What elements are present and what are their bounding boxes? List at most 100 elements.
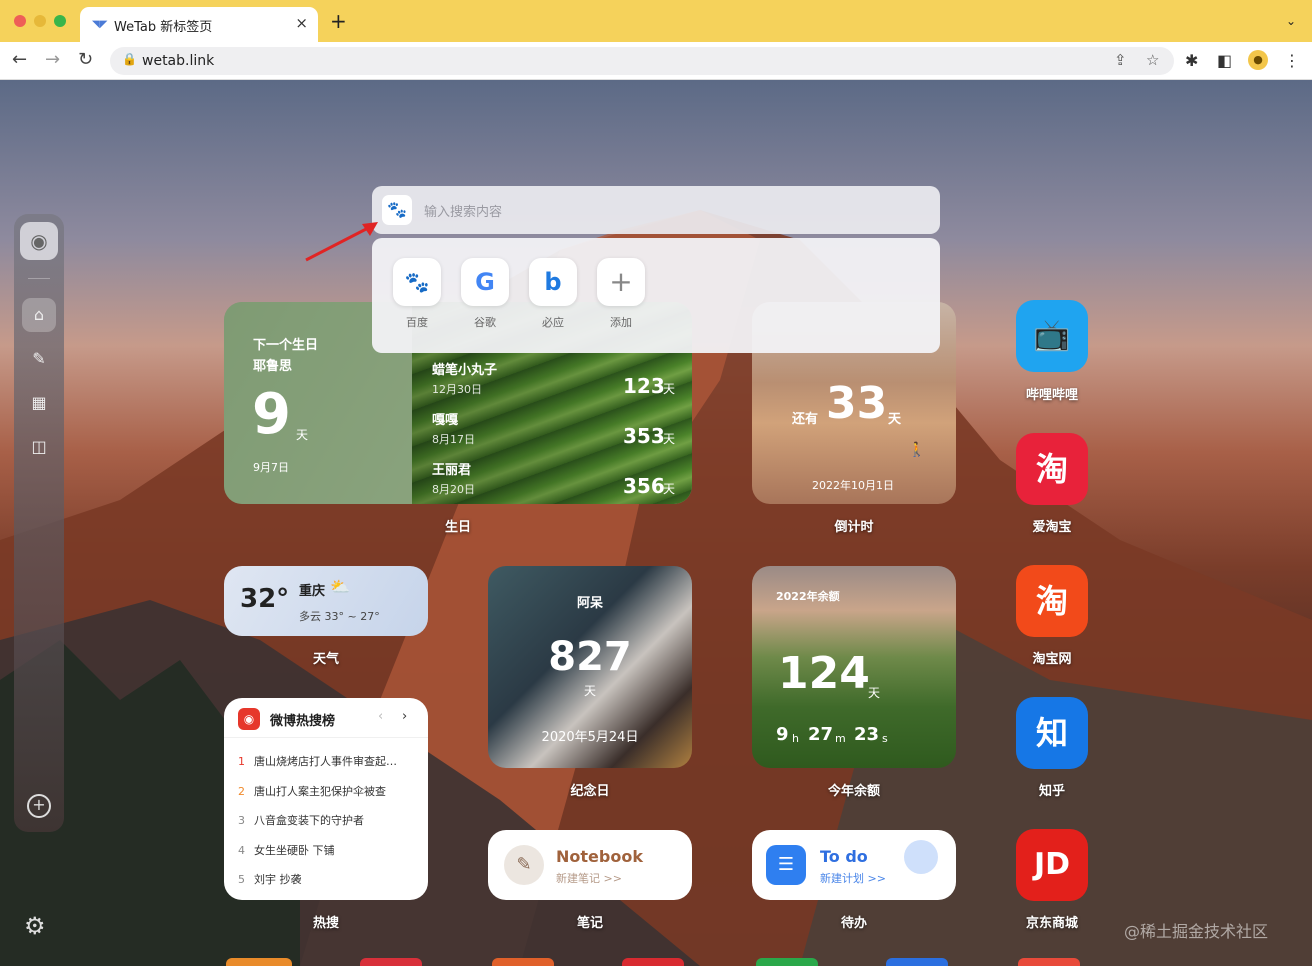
engine-label: 必应 bbox=[542, 316, 564, 329]
sidebar-divider bbox=[28, 278, 50, 279]
taobao-icon[interactable]: 淘 bbox=[1016, 565, 1088, 637]
reload-icon[interactable]: ↻ bbox=[78, 50, 93, 70]
decorative-circle bbox=[904, 840, 938, 874]
search-box[interactable]: 🐾 输入搜索内容 bbox=[372, 186, 940, 234]
birthday-list-name: 蜡笔小丸子 bbox=[432, 363, 498, 378]
search-engine-panel: 🐾 百度 G 谷歌 b 必应 + 添加 bbox=[372, 238, 940, 353]
partial-app-icon[interactable] bbox=[1018, 958, 1080, 966]
partial-app-icon[interactable] bbox=[622, 958, 684, 966]
window-zoom-button[interactable] bbox=[54, 15, 66, 27]
browser-tab-active[interactable]: ◥◤ WeTab 新标签页 × bbox=[80, 7, 318, 42]
profile-avatar-icon[interactable]: ● bbox=[1248, 50, 1268, 70]
weibo-title: 微博热搜榜 bbox=[270, 714, 336, 729]
year-seconds: 23 bbox=[854, 724, 880, 745]
cloudy-sun-icon: ⛅ bbox=[330, 577, 350, 596]
anniversary-date: 2020年5月24日 bbox=[541, 730, 639, 745]
partial-app-icon[interactable] bbox=[360, 958, 422, 966]
watermark: @稀土掘金技术社区 bbox=[1124, 922, 1269, 941]
year-days: 124 bbox=[778, 648, 870, 699]
todo-widget[interactable]: ☰ To do 新建计划 >> bbox=[752, 830, 956, 900]
home-icon[interactable]: ⌂ bbox=[22, 298, 56, 332]
list-item[interactable]: 4 女生坐硬卧 下铺 bbox=[238, 842, 418, 858]
extensions-puzzle-icon[interactable]: ✱ bbox=[1185, 51, 1198, 70]
list-item[interactable]: 1 唐山烧烤店打人事件审查起… bbox=[238, 753, 418, 769]
window-minimize-button[interactable] bbox=[34, 15, 46, 27]
countdown-days: 33 bbox=[826, 378, 888, 429]
list-item[interactable]: 3 八音盒变装下的守护者 bbox=[238, 812, 418, 828]
year-seconds-unit: s bbox=[882, 732, 888, 745]
side-panel-icon[interactable]: ◧ bbox=[1217, 51, 1232, 70]
share-icon[interactable]: ⇪ bbox=[1114, 51, 1127, 69]
partial-app-icon[interactable] bbox=[886, 958, 948, 966]
app-label-taobao: 淘宝网 bbox=[1032, 652, 1072, 667]
zhihu-icon[interactable]: 知 bbox=[1016, 697, 1088, 769]
aitaobao-icon[interactable]: 淘 bbox=[1016, 433, 1088, 505]
year-remaining-widget[interactable]: 2022年余额 124 天 9 h 27 m 23 s bbox=[752, 566, 956, 768]
birthday-list-date: 8月20日 bbox=[432, 483, 475, 496]
weather-desc: 多云 33° ~ 27° bbox=[299, 610, 380, 623]
weather-widget[interactable]: 32° 重庆 ⛅ 多云 33° ~ 27° bbox=[224, 566, 428, 636]
tab-close-button[interactable]: × bbox=[295, 14, 308, 32]
app-label-bilibili: 哔哩哔哩 bbox=[1025, 388, 1078, 403]
partial-app-icon[interactable] bbox=[756, 958, 818, 966]
year-hours: 9 bbox=[776, 724, 789, 745]
anniversary-name: 阿呆 bbox=[576, 596, 603, 611]
birthday-date: 9月7日 bbox=[253, 461, 289, 474]
list-item[interactable]: 5 刘宇 抄袭 bbox=[238, 871, 418, 887]
engine-label: 添加 bbox=[610, 316, 632, 329]
add-group-button[interactable]: + bbox=[27, 794, 51, 818]
wetab-icon: ◥◤ bbox=[92, 19, 108, 30]
todo-new-link[interactable]: 新建计划 >> bbox=[820, 870, 886, 886]
partial-app-icon[interactable] bbox=[226, 958, 292, 966]
baidu-paw-icon: 🐾 bbox=[393, 258, 441, 306]
tools-icon[interactable]: ▦ bbox=[22, 386, 56, 420]
birthday-list-unit: 天 bbox=[663, 382, 676, 396]
engine-baidu[interactable]: 🐾 百度 bbox=[393, 258, 441, 330]
todo-caption: 待办 bbox=[840, 916, 867, 931]
prev-page-icon[interactable]: ‹ bbox=[378, 709, 383, 724]
bilibili-icon[interactable]: 📺 bbox=[1016, 300, 1088, 372]
notebook-title: Notebook bbox=[556, 847, 643, 866]
engine-google[interactable]: G 谷歌 bbox=[461, 258, 509, 330]
engine-bing[interactable]: b 必应 bbox=[529, 258, 577, 330]
engine-label: 百度 bbox=[406, 316, 428, 329]
notebook-new-link[interactable]: 新建笔记 >> bbox=[556, 870, 622, 886]
sidebar: ◉ ⌂ ✎ ▦ ◫ + bbox=[14, 214, 64, 832]
weibo-hot-widget[interactable]: ◉ 微博热搜榜 ‹ › 1 唐山烧烤店打人事件审查起… 2 唐山打人案主犯保护伞被查… bbox=[224, 698, 428, 900]
bing-b-icon: b bbox=[529, 258, 577, 306]
address-bar[interactable]: 🔒 wetab.link ⇪ ☆ bbox=[110, 47, 1174, 75]
countdown-date: 2022年10月1日 bbox=[812, 479, 894, 492]
lock-icon[interactable]: 🔒 bbox=[122, 52, 137, 66]
browser-toolbar: ← → ↻ 🔒 wetab.link ⇪ ☆ ✱ ◧ ● ⋮ bbox=[0, 42, 1312, 80]
app-label-jd: 京东商城 bbox=[1025, 916, 1078, 931]
next-page-icon[interactable]: › bbox=[402, 709, 407, 724]
url-text[interactable]: wetab.link bbox=[142, 53, 214, 69]
forward-icon[interactable]: → bbox=[45, 50, 60, 70]
menu-kebab-icon[interactable]: ⋮ bbox=[1284, 51, 1300, 70]
birthday-list-name: 王丽君 bbox=[432, 463, 472, 478]
user-avatar-icon[interactable]: ◉ bbox=[20, 222, 58, 260]
window-close-button[interactable] bbox=[14, 15, 26, 27]
tab-search-chevron-icon[interactable]: ⌄ bbox=[1286, 14, 1296, 28]
new-tab-button[interactable]: + bbox=[330, 10, 347, 32]
bookmark-star-icon[interactable]: ☆ bbox=[1146, 51, 1159, 69]
baidu-paw-icon[interactable]: 🐾 bbox=[382, 195, 412, 225]
weather-caption: 天气 bbox=[312, 652, 339, 667]
engine-label: 谷歌 bbox=[474, 316, 496, 329]
pen-icon[interactable]: ✎ bbox=[22, 342, 56, 376]
countdown-caption: 倒计时 bbox=[834, 520, 874, 535]
app-label-aitaobao: 爱淘宝 bbox=[1032, 520, 1072, 535]
anniversary-widget[interactable]: 阿呆 827 天 2020年5月24日 bbox=[488, 566, 692, 768]
partial-app-icon[interactable] bbox=[492, 958, 554, 966]
search-input[interactable]: 输入搜索内容 bbox=[424, 201, 502, 220]
birthday-name: 耶鲁思 bbox=[253, 359, 293, 374]
engine-add[interactable]: + 添加 bbox=[597, 258, 645, 330]
tab-title: WeTab 新标签页 bbox=[114, 20, 213, 35]
back-icon[interactable]: ← bbox=[12, 50, 27, 70]
list-item[interactable]: 2 唐山打人案主犯保护伞被查 bbox=[238, 783, 418, 799]
notebook-widget[interactable]: ✎ Notebook 新建笔记 >> bbox=[488, 830, 692, 900]
birthday-list-date: 8月17日 bbox=[432, 433, 475, 446]
settings-gear-icon[interactable]: ⚙ bbox=[24, 912, 46, 940]
jd-icon[interactable]: JD bbox=[1016, 829, 1088, 901]
bag-icon[interactable]: ◫ bbox=[22, 430, 56, 464]
